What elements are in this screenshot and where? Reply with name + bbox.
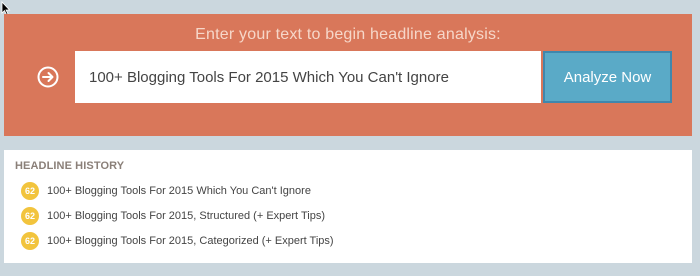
score-badge: 62 xyxy=(21,182,39,200)
score-badge: 62 xyxy=(21,207,39,225)
analyze-now-button[interactable]: Analyze Now xyxy=(543,51,672,103)
history-item[interactable]: 62 100+ Blogging Tools For 2015 Which Yo… xyxy=(21,182,311,200)
history-item-text[interactable]: 100+ Blogging Tools For 2015, Structured… xyxy=(47,210,325,222)
history-title: HEADLINE HISTORY xyxy=(15,160,125,172)
history-item-text[interactable]: 100+ Blogging Tools For 2015 Which You C… xyxy=(47,185,311,197)
mouse-cursor-icon xyxy=(1,1,11,15)
analysis-prompt: Enter your text to begin headline analys… xyxy=(195,26,501,43)
score-badge: 62 xyxy=(21,232,39,250)
headline-analysis-panel: Enter your text to begin headline analys… xyxy=(4,14,692,136)
history-item[interactable]: 62 100+ Blogging Tools For 2015, Structu… xyxy=(21,207,325,225)
history-item[interactable]: 62 100+ Blogging Tools For 2015, Categor… xyxy=(21,232,334,250)
history-item-text[interactable]: 100+ Blogging Tools For 2015, Categorize… xyxy=(47,235,334,247)
headline-input[interactable] xyxy=(75,51,541,103)
headline-history-panel: HEADLINE HISTORY 62 100+ Blogging Tools … xyxy=(4,150,692,263)
arrow-right-circle-icon[interactable] xyxy=(37,66,59,88)
